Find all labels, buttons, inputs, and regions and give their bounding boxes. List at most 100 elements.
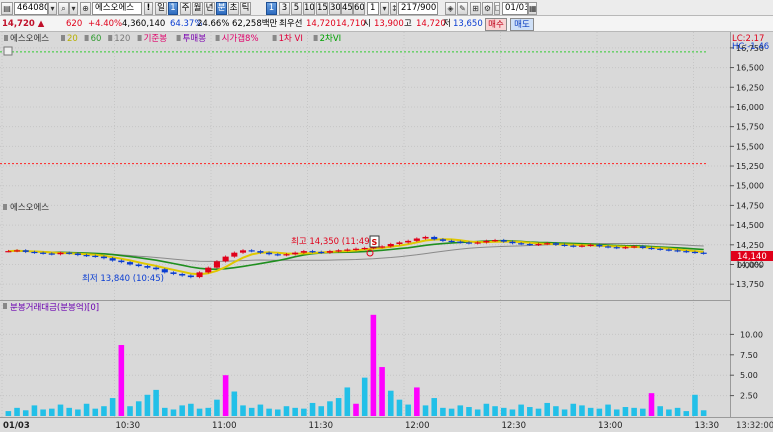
volume-bar xyxy=(657,406,663,416)
period-minute-button[interactable]: 분 xyxy=(216,2,227,15)
quote-bar: 14,720 ▲ 620 +4.40% 4,360,140 64.37% 24.… xyxy=(0,16,773,32)
period-second-button[interactable]: 초 xyxy=(228,2,239,15)
calendar-icon[interactable]: ▦ xyxy=(528,2,537,15)
search-icon[interactable]: ⌕ xyxy=(58,2,69,15)
candle-body xyxy=(300,251,307,253)
minute-30-button[interactable]: 30 xyxy=(329,2,341,15)
legend-marker-icon xyxy=(272,35,277,41)
minute-45-button[interactable]: 45 xyxy=(341,2,353,15)
candle-body xyxy=(648,247,655,250)
chart-canvas[interactable]: 16,75016,50016,25016,00015,75015,50015,2… xyxy=(0,32,773,432)
price-tick-label: 14,500 xyxy=(736,221,764,230)
candle-body xyxy=(561,244,568,246)
volume-bar xyxy=(474,409,481,416)
candle-body xyxy=(492,240,499,242)
interval-dropdown-icon[interactable]: ▾ xyxy=(380,2,389,15)
high-price: 14,720 xyxy=(416,19,446,29)
interval-count-input[interactable]: 1 xyxy=(367,2,379,15)
period-week-button[interactable]: 주 xyxy=(180,2,191,15)
legend-marker-icon xyxy=(84,35,89,41)
volume-bar xyxy=(631,407,637,416)
candle-body xyxy=(118,260,125,263)
checkbox-icon[interactable]: ☐ xyxy=(494,2,500,15)
current-price: 14,720 ▲ xyxy=(2,18,50,31)
time-tick-label: 10:30 xyxy=(116,421,141,431)
candle-body xyxy=(448,240,455,243)
candle-body xyxy=(326,251,333,253)
volume-bar xyxy=(83,403,90,416)
low-price: 13,650 xyxy=(453,19,483,29)
period-month-button[interactable]: 월 xyxy=(192,2,203,15)
spin-icon[interactable]: ↕ xyxy=(390,2,397,15)
legend-marker-icon xyxy=(61,35,65,41)
up-arrow-icon: ▲ xyxy=(37,19,45,29)
turnover-percent: 24.66% xyxy=(197,19,230,29)
minute-15-button[interactable]: 15 xyxy=(316,2,328,15)
code-dropdown-icon[interactable]: ▾ xyxy=(48,2,57,15)
volume-bar xyxy=(248,407,255,416)
candle-body xyxy=(66,252,73,254)
volume-bar xyxy=(561,409,568,416)
volume-bar xyxy=(205,407,212,416)
time-tick-label: 11:30 xyxy=(309,421,334,431)
volume-bar xyxy=(692,394,698,416)
legend-item: 60 xyxy=(91,34,102,44)
volume-bar xyxy=(5,411,12,416)
zoom-icon[interactable]: ⊞ xyxy=(470,2,481,15)
buy-button[interactable]: 매수 xyxy=(485,18,507,31)
period-year-button[interactable]: 년 xyxy=(204,2,215,15)
window-menu-icon[interactable]: ▤ xyxy=(1,2,13,15)
chart-area[interactable]: 16,750 16,500 16,250 16,000 15,750 15,500 15,2… xyxy=(0,32,773,432)
candle-body xyxy=(48,253,55,255)
candle-body xyxy=(613,247,620,249)
minute-5-button[interactable]: 5 xyxy=(291,2,302,15)
period-tick-button[interactable]: 틱 xyxy=(240,2,251,15)
stock-name-field[interactable]: 에스오에스 xyxy=(92,2,142,15)
volume-bar xyxy=(457,405,464,416)
price-pane xyxy=(0,32,730,300)
volume-bar xyxy=(66,407,72,416)
volume-bar xyxy=(240,405,246,416)
candle-body xyxy=(239,250,247,253)
paging-field[interactable]: 217/900 xyxy=(398,2,438,15)
candle-body xyxy=(587,244,594,246)
candle-body xyxy=(439,239,446,241)
candle-body xyxy=(40,252,47,254)
alert-icon[interactable]: ! xyxy=(144,2,153,15)
price-tick-label: 13,750 xyxy=(736,280,764,289)
candle-body xyxy=(179,273,186,276)
stock-code-input[interactable]: 464080 xyxy=(14,2,48,15)
minute-10-button[interactable]: 10 xyxy=(303,2,315,15)
price-tick-label: 15,750 xyxy=(736,123,764,132)
minute-60-button[interactable]: 60 xyxy=(353,2,365,15)
ask-price: 14,720 xyxy=(306,19,336,29)
period-number-button[interactable]: 1 xyxy=(168,2,178,15)
candle-body xyxy=(283,254,290,256)
candle-body xyxy=(257,251,264,253)
expand-icon[interactable] xyxy=(3,46,13,56)
indicator-icon[interactable]: ◈ xyxy=(445,2,456,15)
minute-1-button[interactable]: 1 xyxy=(266,2,277,15)
volume-bar xyxy=(396,399,403,416)
event-marker[interactable]: S xyxy=(369,235,380,248)
date-input[interactable]: 01/03 xyxy=(502,2,528,15)
period-day-button[interactable]: 일 xyxy=(155,2,167,15)
legend-item: 투매봉 xyxy=(183,34,207,44)
volume-bar xyxy=(327,401,333,416)
volume-bar xyxy=(422,405,429,416)
minute-3-button[interactable]: 3 xyxy=(279,2,290,15)
candle-body xyxy=(135,264,142,267)
history-dropdown-icon[interactable]: ▾ xyxy=(69,2,78,15)
candle-body xyxy=(266,252,273,255)
sell-button[interactable]: 매도 xyxy=(510,18,534,31)
candle-body xyxy=(483,240,490,243)
low-label: 저 xyxy=(443,19,451,29)
volume-bar xyxy=(579,405,585,416)
volume-bar xyxy=(179,405,185,416)
settings-icon[interactable]: ⚙ xyxy=(482,2,493,15)
draw-tool-icon[interactable]: ✎ xyxy=(457,2,468,15)
volume-bar xyxy=(596,408,603,416)
volume-bar xyxy=(466,407,472,416)
volume-bar xyxy=(318,406,325,416)
link-icon[interactable]: ⊕ xyxy=(80,2,91,15)
